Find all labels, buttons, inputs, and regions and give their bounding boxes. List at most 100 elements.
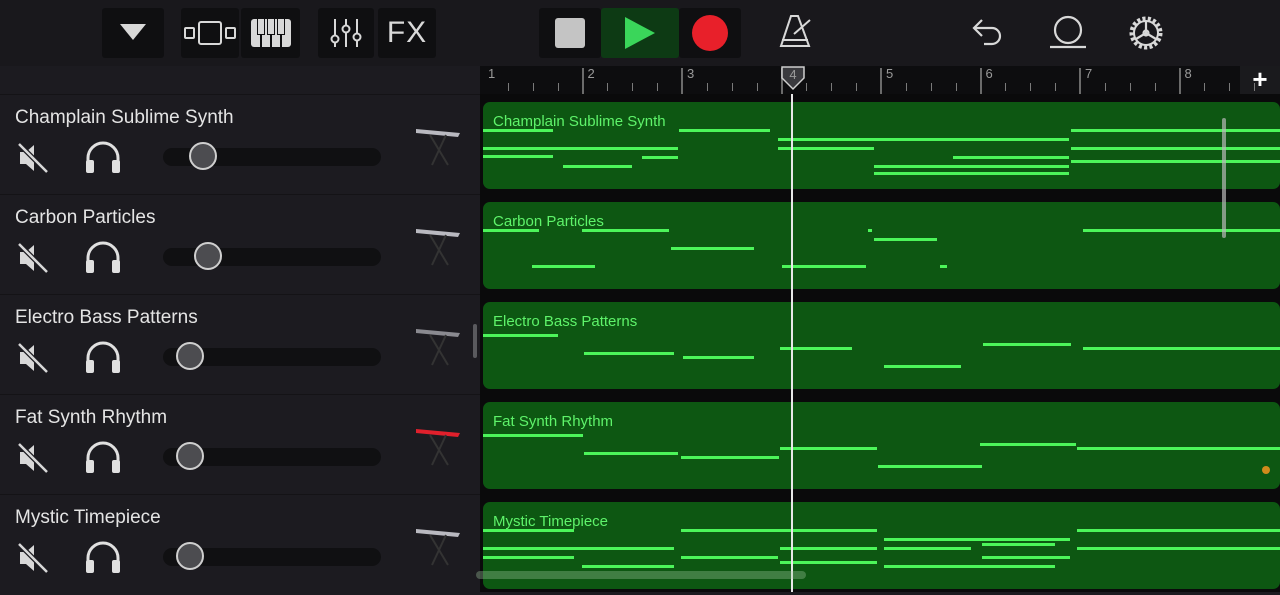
synth-keyboard-icon[interactable] xyxy=(410,115,466,175)
beat-tick xyxy=(1104,83,1106,91)
record-button[interactable] xyxy=(679,8,741,58)
red-keyboard-icon[interactable] xyxy=(410,415,466,475)
tracks-area[interactable]: Champlain Sublime Synth Carbon Particles E… xyxy=(480,94,1280,592)
volume-slider[interactable] xyxy=(163,242,381,270)
midi-note xyxy=(681,556,778,559)
midi-note xyxy=(873,165,1069,168)
metronome-icon xyxy=(779,15,811,47)
bar-number: 6 xyxy=(985,66,993,81)
solo-button[interactable] xyxy=(84,540,122,574)
browser-button[interactable] xyxy=(102,8,164,58)
beat-tick xyxy=(1154,83,1156,91)
tracks-view-icon xyxy=(184,21,236,45)
triangle-down-icon xyxy=(120,24,146,40)
stop-button[interactable] xyxy=(539,8,601,58)
bar-line xyxy=(581,68,584,94)
midi-note xyxy=(878,465,982,468)
synth-keyboard-icon[interactable] xyxy=(410,515,466,575)
mute-button[interactable] xyxy=(16,441,50,475)
synth-keyboard-icon[interactable] xyxy=(410,215,466,275)
add-section-button[interactable]: + xyxy=(1240,66,1280,94)
loop-browser-icon xyxy=(1050,15,1086,49)
volume-slider[interactable] xyxy=(163,342,381,370)
track-header[interactable]: Electro Bass Patterns xyxy=(0,294,480,395)
midi-note xyxy=(483,529,574,532)
play-button[interactable] xyxy=(601,8,679,58)
midi-region[interactable]: Electro Bass Patterns xyxy=(483,302,1280,389)
horizontal-scrollbar[interactable] xyxy=(476,571,806,579)
track-header[interactable]: Fat Synth Rhythm xyxy=(0,394,480,495)
midi-note xyxy=(532,265,595,268)
mute-button[interactable] xyxy=(16,241,50,275)
speaker-muted-icon xyxy=(16,541,50,575)
bar-number: 1 xyxy=(488,66,496,81)
midi-note xyxy=(883,365,962,368)
mixer-sliders-icon xyxy=(330,19,362,47)
track-header[interactable]: Mystic Timepiece xyxy=(0,494,480,595)
loop-browser-button[interactable] xyxy=(1048,14,1088,55)
track-name: Carbon Particles xyxy=(15,207,156,228)
volume-knob[interactable] xyxy=(193,242,222,270)
playhead-line[interactable] xyxy=(791,94,793,592)
beat-tick xyxy=(557,83,559,91)
mute-button[interactable] xyxy=(16,541,50,575)
keyboard-button[interactable] xyxy=(241,8,300,58)
track-header[interactable]: Carbon Particles xyxy=(0,194,480,295)
midi-note xyxy=(584,452,679,455)
volume-knob[interactable] xyxy=(176,342,205,370)
volume-knob[interactable] xyxy=(176,542,205,570)
midi-note xyxy=(1071,147,1280,150)
midi-note xyxy=(780,447,878,450)
volume-slider[interactable] xyxy=(163,542,381,570)
track-header[interactable]: Champlain Sublime Synth xyxy=(0,94,480,195)
fx-button[interactable]: FX xyxy=(378,8,436,58)
volume-knob[interactable] xyxy=(189,142,218,170)
midi-note xyxy=(483,334,558,337)
timeline-ruler[interactable]: + 1 2 3 4 5 6 7 8 xyxy=(480,66,1280,94)
speaker-muted-icon xyxy=(16,441,50,475)
headphones-icon xyxy=(86,441,120,473)
vertical-scrollbar[interactable] xyxy=(1222,118,1226,238)
volume-knob[interactable] xyxy=(176,442,205,470)
volume-slider[interactable] xyxy=(163,142,381,170)
modular-synth-icon[interactable] xyxy=(410,315,466,375)
volume-slider[interactable] xyxy=(163,442,381,470)
bar-number: 7 xyxy=(1085,66,1093,81)
solo-button[interactable] xyxy=(84,240,122,274)
beat-tick xyxy=(607,83,609,91)
region-name: Champlain Sublime Synth xyxy=(493,113,666,130)
midi-region[interactable]: Carbon Particles xyxy=(483,202,1280,289)
speaker-muted-icon xyxy=(16,341,50,375)
midi-region[interactable]: Champlain Sublime Synth xyxy=(483,102,1280,189)
solo-button[interactable] xyxy=(84,140,122,174)
midi-note xyxy=(873,138,1069,141)
beat-tick xyxy=(1055,83,1057,91)
midi-note xyxy=(982,343,1072,346)
solo-button[interactable] xyxy=(84,440,122,474)
midi-note xyxy=(584,352,675,355)
bar-number: 8 xyxy=(1184,66,1192,81)
midi-note xyxy=(483,434,584,437)
beat-tick xyxy=(806,83,808,91)
playhead-handle[interactable]: 4 xyxy=(780,66,806,92)
midi-region[interactable]: Fat Synth Rhythm xyxy=(483,402,1280,489)
midi-note xyxy=(1076,547,1280,550)
mute-button[interactable] xyxy=(16,141,50,175)
undo-button[interactable] xyxy=(970,14,1006,53)
mute-button[interactable] xyxy=(16,341,50,375)
solo-button[interactable] xyxy=(84,340,122,374)
midi-note xyxy=(581,565,675,568)
region-name: Electro Bass Patterns xyxy=(493,313,638,330)
mixer-button[interactable] xyxy=(318,8,374,58)
beat-tick xyxy=(507,83,509,91)
settings-button[interactable] xyxy=(1127,14,1165,57)
metronome-button[interactable] xyxy=(778,14,814,55)
speaker-muted-icon xyxy=(16,241,50,275)
header-resize-handle[interactable] xyxy=(473,324,477,358)
midi-note xyxy=(1083,347,1280,350)
midi-note xyxy=(780,547,877,550)
bar-line xyxy=(979,68,982,94)
bar-line xyxy=(1178,68,1181,94)
tracks-view-button[interactable] xyxy=(181,8,239,58)
bar-number: 5 xyxy=(886,66,894,81)
